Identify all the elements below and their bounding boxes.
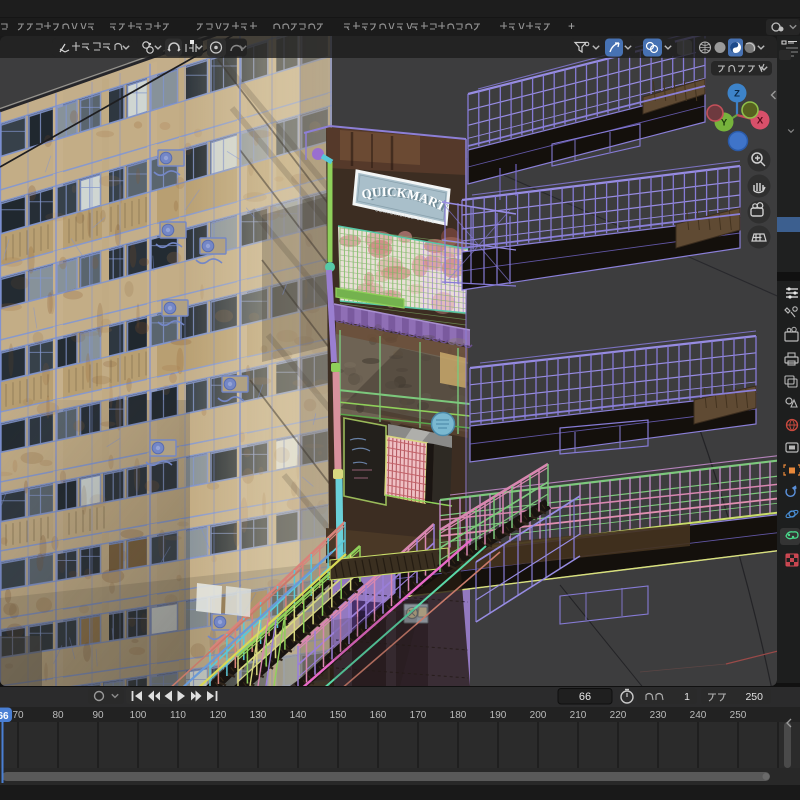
- svg-text:Z: Z: [734, 89, 740, 100]
- svg-text:160: 160: [370, 710, 387, 721]
- svg-text:220: 220: [610, 710, 627, 721]
- svg-text:170: 170: [410, 710, 427, 721]
- svg-text:66: 66: [0, 711, 9, 722]
- svg-text:210: 210: [570, 710, 587, 721]
- svg-text:150: 150: [330, 710, 347, 721]
- svg-text:250: 250: [745, 691, 763, 703]
- svg-text:X: X: [757, 116, 764, 127]
- svg-text:130: 130: [250, 710, 267, 721]
- svg-text:230: 230: [650, 710, 667, 721]
- svg-text:120: 120: [210, 710, 227, 721]
- svg-text:100: 100: [130, 710, 147, 721]
- svg-text:110: 110: [170, 710, 186, 721]
- svg-text:+: +: [568, 19, 575, 33]
- svg-text:180: 180: [450, 710, 467, 721]
- svg-text:90: 90: [92, 710, 104, 721]
- svg-text:240: 240: [690, 710, 707, 721]
- svg-text:200: 200: [530, 710, 547, 721]
- svg-text:1: 1: [684, 691, 690, 703]
- svg-text:190: 190: [490, 710, 507, 721]
- svg-text:80: 80: [52, 710, 64, 721]
- svg-text:140: 140: [290, 710, 307, 721]
- svg-text:70: 70: [12, 710, 24, 721]
- svg-text:250: 250: [730, 710, 747, 721]
- svg-text:Y: Y: [721, 118, 728, 129]
- svg-text:66: 66: [579, 691, 591, 703]
